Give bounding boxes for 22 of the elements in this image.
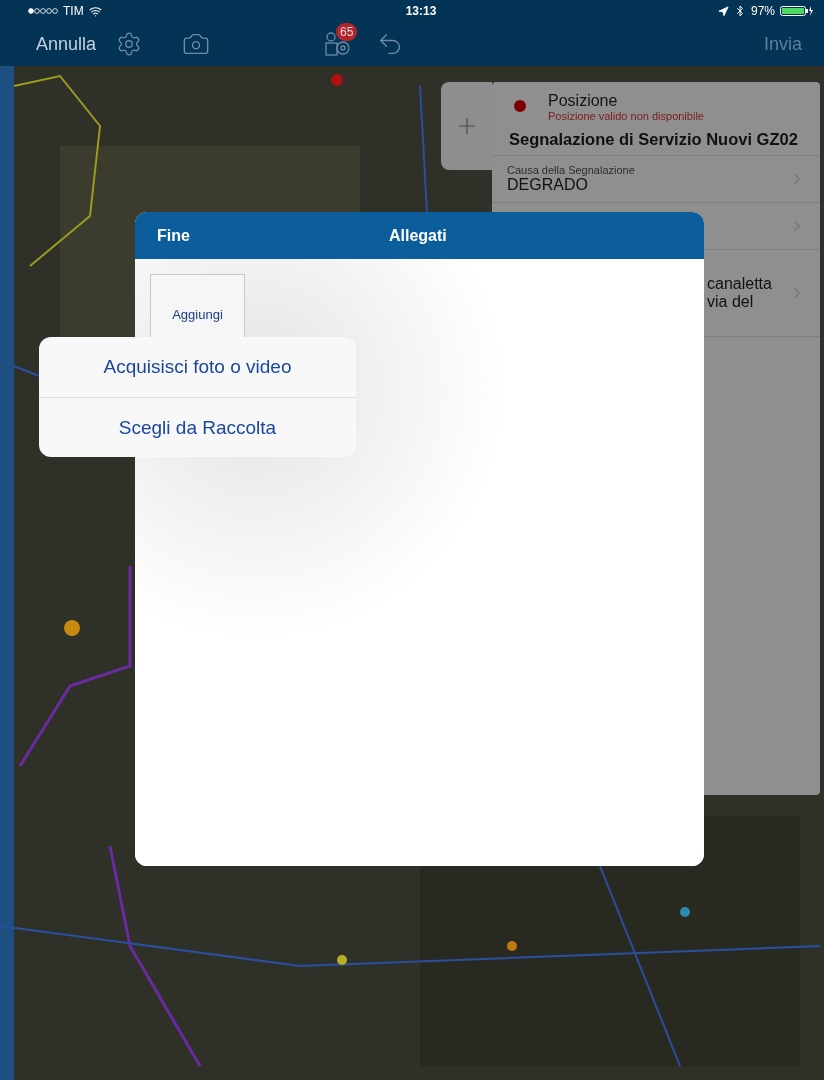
field-label: Causa della Segnalazione (507, 164, 636, 176)
battery-icon (780, 6, 814, 16)
wifi-icon (88, 4, 102, 18)
field-value: DEGRADO (507, 176, 589, 194)
cancel-button[interactable]: Annulla (36, 33, 97, 55)
location-icon (718, 5, 729, 17)
popover-action[interactable]: Scegli da Raccolta (39, 397, 356, 457)
bluetooth-icon (734, 5, 746, 17)
signal-icon (28, 8, 58, 14)
carrier-name: TIM (63, 4, 84, 18)
battery-percent: 97% (751, 4, 775, 18)
position-title: Posizione (548, 92, 619, 110)
notification-badge: 65 (336, 23, 358, 41)
position-status: Posizione valido non disponibile (548, 110, 704, 122)
form-title: Segnalazione di Servizio Nuovi GZ02 (492, 122, 820, 156)
done-button[interactable]: Fine (157, 226, 190, 245)
status-dot (514, 100, 526, 112)
form-row[interactable]: Causa della Segnalazione DEGRADO (492, 156, 820, 203)
clock-time: 13:13 (405, 4, 437, 18)
field-value: via del (707, 293, 755, 311)
dialog-title: Allegati (389, 226, 447, 245)
field-value: canaletta (707, 275, 773, 293)
